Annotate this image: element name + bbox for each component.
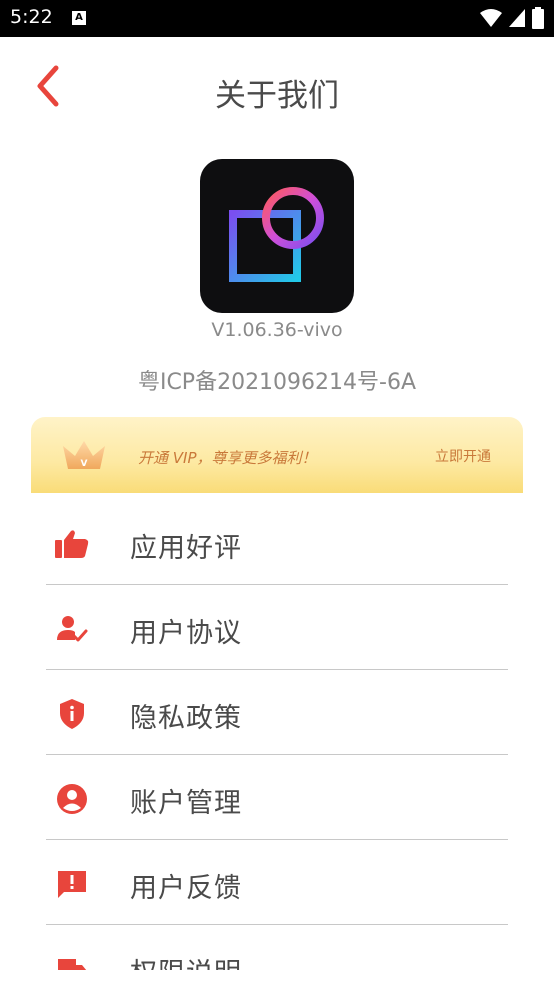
- feedback-icon: [58, 871, 86, 898]
- menu-item-label: 用户协议: [130, 618, 242, 649]
- permission-icon: [58, 959, 87, 970]
- menu-item-label: 用户反馈: [130, 873, 242, 904]
- shield-icon: [60, 699, 84, 729]
- menu-item-permissions[interactable]: 权限说明: [46, 925, 508, 970]
- svg-text:V: V: [81, 459, 88, 469]
- menu-item-feedback[interactable]: 用户反馈: [46, 840, 508, 925]
- user-check-icon: [57, 616, 88, 642]
- status-icons: [480, 7, 544, 29]
- vip-open-button[interactable]: 立即开通: [435, 446, 491, 466]
- menu-item-account-management[interactable]: 账户管理: [46, 755, 508, 840]
- menu-item-label: 权限说明: [130, 951, 242, 970]
- vip-banner[interactable]: V 开通 VIP，尊享更多福利！ 立即开通: [31, 417, 523, 493]
- menu-list: 应用好评 用户协议 隐私政策 账户管理 用户反馈: [46, 500, 508, 970]
- menu-item-privacy-policy[interactable]: 隐私政策: [46, 670, 508, 755]
- menu-item-label: 账户管理: [130, 788, 242, 819]
- notification-icon: A: [72, 11, 86, 25]
- battery-icon: [532, 7, 544, 29]
- menu-item-label: 应用好评: [130, 533, 242, 564]
- status-time: 5:22: [10, 6, 53, 28]
- menu-item-user-agreement[interactable]: 用户协议: [46, 585, 508, 670]
- menu-item-rate-app[interactable]: 应用好评: [46, 500, 508, 585]
- app-version: V1.06.36-vivo: [211, 319, 343, 341]
- signal-icon: [509, 9, 525, 27]
- thumbs-up-icon: [55, 530, 89, 558]
- account-circle-icon: [57, 784, 87, 814]
- wifi-icon: [480, 9, 502, 27]
- crown-icon: V: [63, 441, 105, 469]
- vip-message: 开通 VIP，尊享更多福利！: [138, 449, 317, 467]
- page-title: 关于我们: [215, 78, 339, 114]
- icp-number: 粤ICP备2021096214号-6A: [137, 370, 417, 395]
- menu-item-label: 隐私政策: [130, 703, 242, 734]
- app-logo: [200, 159, 354, 313]
- status-bar: 5:22 A: [0, 0, 554, 37]
